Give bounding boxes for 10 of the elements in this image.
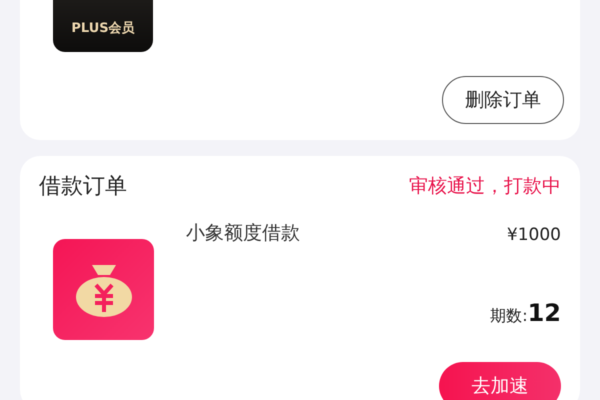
delete-order-button[interactable]: 删除订单	[442, 76, 564, 124]
card-title: 借款订单	[39, 173, 127, 201]
loan-amount: ¥1000	[506, 224, 561, 247]
money-bag-icon	[74, 262, 132, 316]
speed-up-button[interactable]: 去加速	[439, 362, 561, 400]
term-label: 期数:	[490, 304, 528, 326]
membership-product-tile: PLUS会员	[53, 0, 153, 52]
product-name: 小象额度借款	[186, 222, 300, 244]
order-status: 审核通过，打款中	[409, 174, 561, 200]
term-value: 12	[528, 298, 561, 328]
